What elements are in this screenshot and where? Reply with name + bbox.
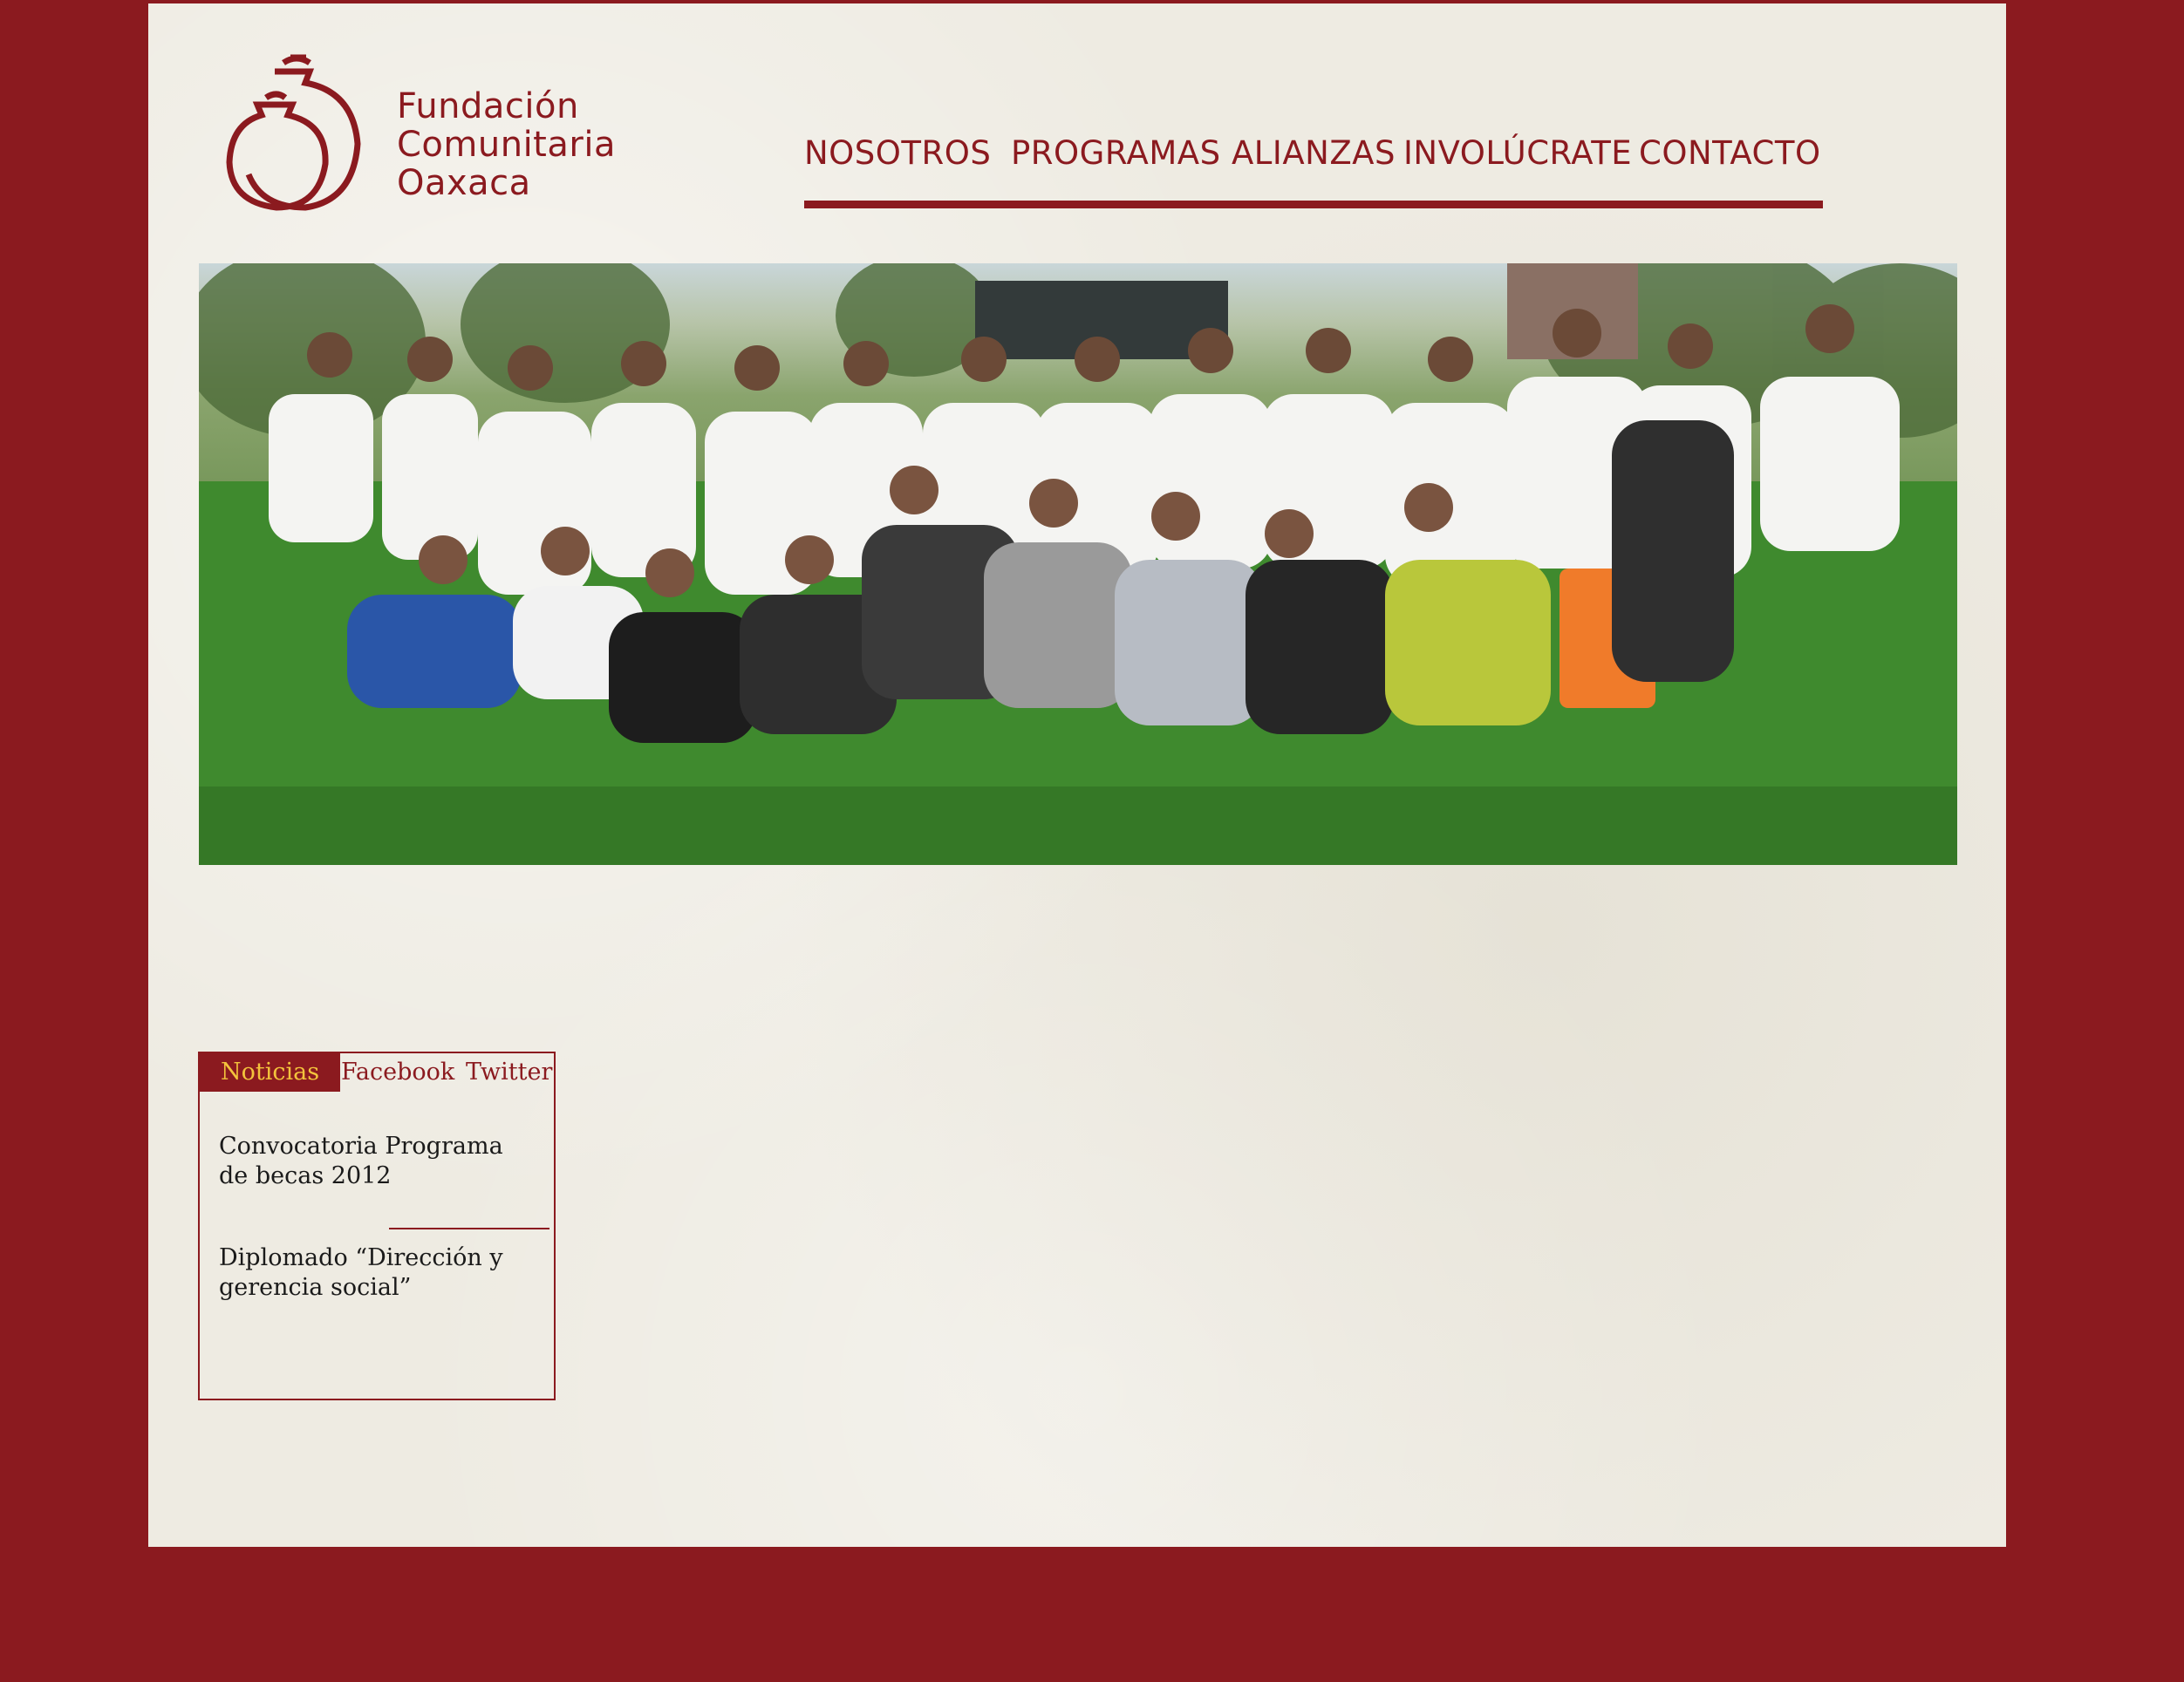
nav-item-nosotros[interactable]: NOSOTROS	[804, 134, 991, 172]
nav-item-programas[interactable]: PROGRAMAS	[1011, 134, 1221, 172]
page-panel: Fundación Comunitaria Oaxaca NOSOTROS PR…	[148, 3, 2006, 1547]
hero-group-photo	[199, 263, 1957, 865]
brand-line-2: Comunitaria	[397, 125, 616, 165]
tab-twitter[interactable]: Twitter	[466, 1053, 552, 1092]
brand-line-3: Oaxaca	[397, 163, 531, 203]
nav-item-involucrate[interactable]: INVOLÚCRATE	[1403, 134, 1632, 172]
tab-facebook[interactable]: Facebook	[341, 1053, 454, 1092]
nav-item-contacto[interactable]: CONTACTO	[1639, 134, 1821, 172]
group-photo-illustration	[199, 263, 1957, 865]
news-item-diplomado[interactable]: Diplomado “Dirección y gerencia social”	[219, 1243, 533, 1303]
news-divider	[389, 1228, 549, 1229]
jar-logo-icon	[226, 54, 361, 211]
main-nav: NOSOTROS PROGRAMAS ALIANZAS INVOLÚCRATE …	[804, 134, 1823, 213]
news-panel: Noticias Facebook Twitter Convocatoria P…	[198, 1052, 556, 1400]
site-logo[interactable]: Fundación Comunitaria Oaxaca	[222, 52, 632, 218]
brand-name: Fundación Comunitaria Oaxaca	[397, 87, 616, 202]
tab-noticias[interactable]: Noticias	[200, 1053, 341, 1092]
brand-line-1: Fundación	[397, 86, 579, 126]
nav-underline	[804, 201, 1823, 208]
news-tabs: Noticias Facebook Twitter	[200, 1053, 554, 1092]
news-item-becas[interactable]: Convocatoria Programa de becas 2012	[219, 1132, 533, 1191]
nav-item-alianzas[interactable]: ALIANZAS	[1232, 134, 1396, 172]
